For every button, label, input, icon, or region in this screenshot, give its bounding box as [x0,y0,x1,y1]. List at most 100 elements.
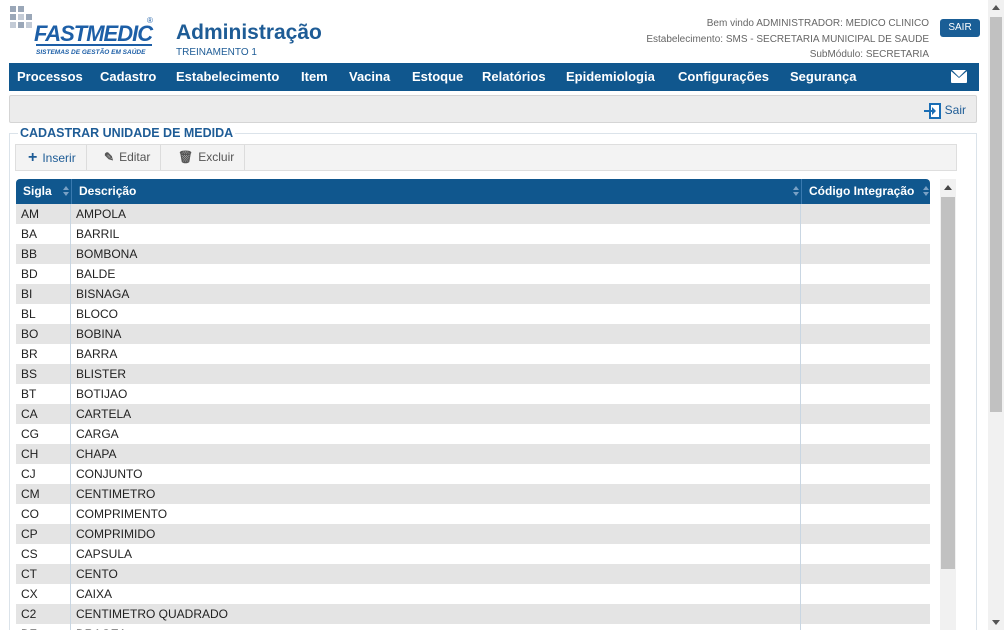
edit-button[interactable]: ✎ Editar [92,145,162,170]
table-row[interactable]: DZDRAGEA [16,624,930,630]
nav-item-epidemiologia[interactable]: Epidemiologia [566,63,655,91]
envelope-icon[interactable] [951,70,967,83]
cell-sigla: CX [16,584,71,604]
cell-codigo-integracao [801,424,930,444]
nav-item-processos[interactable]: Processos [17,63,83,91]
table-row[interactable]: CM CENTIMETRO [16,484,930,504]
cell-sigla: BT [16,384,71,404]
column-header-codigo-integracao[interactable]: Código Integração [801,179,930,204]
cell-descricao: BLISTER [71,364,801,384]
page-header: FASTMEDIC SISTEMAS DE GESTÃO EM SAÚDE ® … [0,0,988,63]
table-row[interactable]: BL BLOCO [16,304,930,324]
cell-codigo-integracao [801,264,930,284]
table-row[interactable]: BD BALDE [16,264,930,284]
cell-codigo-integracao [801,204,930,224]
cell-descricao: CARTELA [71,404,801,424]
cell-codigo-integracao [801,604,930,624]
table-row[interactable]: BB BOMBONA [16,244,930,264]
cell-sigla: CS [16,544,71,564]
logout-button[interactable]: SAIR [940,19,980,37]
cell-sigla: CP [16,524,71,544]
units-grid: Sigla Descrição Código Integração AM AMPO… [16,179,930,630]
cell-codigo-integracao [801,524,930,544]
logo-underline [36,44,152,46]
table-row[interactable]: CA CARTELA [16,404,930,424]
sign-out-icon [923,102,942,120]
grid-scrollbar[interactable] [940,179,956,630]
cell-codigo-integracao [801,504,930,524]
cell-codigo-integracao [801,564,930,584]
table-row[interactable]: C2 CENTIMETRO QUADRADO [16,604,930,624]
cell-descricao: CENTIMETRO QUADRADO [71,604,801,624]
table-row[interactable]: CO COMPRIMENTO [16,504,930,524]
table-row[interactable]: BS BLISTER [16,364,930,384]
page-subtitle: TREINAMENTO 1 [176,47,257,58]
cell-sigla: DZ [16,624,71,630]
table-row[interactable]: CH CHAPA [16,444,930,464]
cell-codigo-integracao [801,444,930,464]
cell-sigla: BO [16,324,71,344]
logo-registered-mark: ® [147,16,153,25]
nav-item-relatorios[interactable]: Relatórios [482,63,546,91]
cell-codigo-integracao [801,544,930,564]
scroll-thumb[interactable] [941,197,955,569]
table-row[interactable]: BI BISNAGA [16,284,930,304]
cell-codigo-integracao [801,304,930,324]
fastmedic-logo: FASTMEDIC SISTEMAS DE GESTÃO EM SAÚDE ® [8,4,156,60]
exit-label: Sair [944,103,966,117]
trash-icon: 🗑 [178,150,194,164]
scroll-thumb[interactable] [990,17,1002,412]
scroll-up-icon[interactable] [992,5,1000,10]
panel-title: CADASTRAR UNIDADE DE MEDIDA [18,126,236,140]
nav-item-seguranca[interactable]: Segurança [790,63,856,91]
table-row[interactable]: CP COMPRIMIDO [16,524,930,544]
cell-sigla: BB [16,244,71,264]
table-row[interactable]: CG CARGA [16,424,930,444]
cell-sigla: BD [16,264,71,284]
scroll-down-icon[interactable] [992,620,1000,625]
sort-icon [793,186,799,197]
nav-item-item[interactable]: Item [301,63,328,91]
nav-item-estoque[interactable]: Estoque [412,63,463,91]
cell-descricao: CENTIMETRO [71,484,801,504]
welcome-text: Bem vindo ADMINISTRADOR: MEDICO CLINICO [706,18,929,29]
delete-button[interactable]: 🗑 Excluir [166,145,246,170]
insert-button[interactable]: + Inserir [16,145,87,170]
cell-sigla: CT [16,564,71,584]
cell-codigo-integracao [801,404,930,424]
cell-sigla: CA [16,404,71,424]
cell-sigla: CJ [16,464,71,484]
cell-sigla: BI [16,284,71,304]
column-header-sigla[interactable]: Sigla [16,179,71,204]
table-row[interactable]: CT CENTO [16,564,930,584]
cell-descricao: BOMBONA [71,244,801,264]
cell-descricao: BALDE [71,264,801,284]
table-row[interactable]: BT BOTIJAO [16,384,930,404]
window-scrollbar[interactable] [988,0,1004,630]
table-row[interactable]: BR BARRA [16,344,930,364]
cell-descricao: BOBINA [71,324,801,344]
table-row[interactable]: CX CAIXA [16,584,930,604]
nav-item-estabelecimento[interactable]: Estabelecimento [176,63,279,91]
cell-descricao: CAIXA [71,584,801,604]
table-row[interactable]: CS CAPSULA [16,544,930,564]
column-header-descricao[interactable]: Descrição [71,179,801,204]
cell-descricao: BARRA [71,344,801,364]
cell-sigla: BR [16,344,71,364]
cell-codigo-integracao [801,284,930,304]
table-row[interactable]: BO BOBINA [16,324,930,344]
table-row[interactable]: AM AMPOLA [16,204,930,224]
table-row[interactable]: CJ CONJUNTO [16,464,930,484]
cell-codigo-integracao [801,344,930,364]
grid-toolbar: + Inserir ✎ Editar 🗑 Excluir [15,144,957,171]
scroll-up-icon[interactable] [944,185,952,190]
nav-item-configuracoes[interactable]: Configurações [678,63,769,91]
grid-body: AM AMPOLA BA BARRIL BB BOMBONA BD BALDE BI BISNAG… [16,204,930,630]
table-row[interactable]: BA BARRIL [16,224,930,244]
cell-codigo-integracao [801,584,930,604]
cell-descricao: CENTO [71,564,801,584]
nav-item-cadastro[interactable]: Cadastro [100,63,156,91]
insert-label: Inserir [42,151,76,165]
exit-button[interactable]: Sair [923,101,966,120]
nav-item-vacina[interactable]: Vacina [349,63,390,91]
